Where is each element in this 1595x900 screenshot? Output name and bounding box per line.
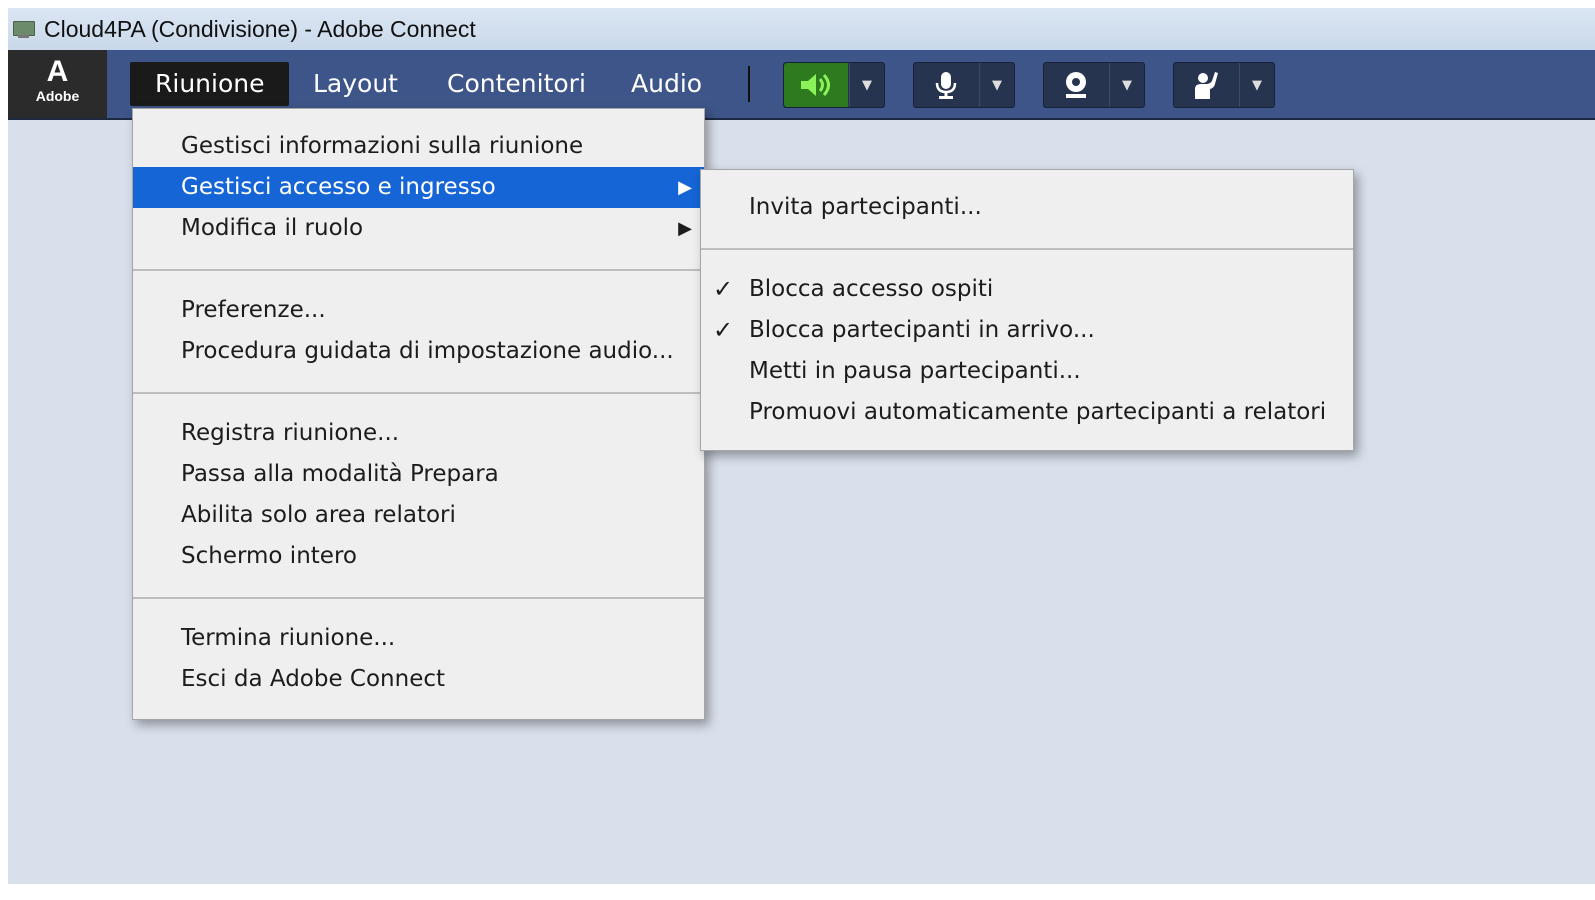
menu-entry-preferenze[interactable]: Preferenze... (133, 290, 704, 331)
raise-hand-dropdown-icon[interactable]: ▼ (1239, 63, 1274, 107)
menu-entry-label: Termina riunione... (181, 625, 396, 651)
window-title: Cloud4PA (Condivisione) - Adobe Connect (44, 15, 476, 42)
menu-entry-modalita-prepara[interactable]: Passa alla modalità Prepara (133, 454, 704, 495)
menu-entry-label: Registra riunione... (181, 420, 400, 446)
speaker-control[interactable]: ▼ (783, 62, 885, 108)
submenu-entry-blocca-arrivo[interactable]: ✓ Blocca partecipanti in arrivo... (701, 310, 1353, 351)
menu-entry-label: Gestisci informazioni sulla riunione (181, 133, 584, 159)
submenu-entry-pausa[interactable]: Metti in pausa partecipanti... (701, 351, 1353, 392)
menu-contenitori[interactable]: Contenitori (422, 62, 611, 106)
submenu-entry-blocca-ospiti[interactable]: ✓ Blocca accesso ospiti (701, 269, 1353, 310)
menu-riunione[interactable]: Riunione (130, 62, 290, 106)
menubar-divider (748, 66, 750, 102)
submenu-entry-invita[interactable]: Invita partecipanti... (701, 187, 1353, 228)
menu-entry-label: Preferenze... (181, 297, 326, 323)
checkmark-icon: ✓ (713, 275, 734, 303)
menu-separator (133, 392, 704, 394)
raise-hand-control[interactable]: ▼ (1173, 62, 1275, 108)
submenu-arrow-icon: ▶ (678, 177, 692, 198)
menu-entry-label: Modifica il ruolo (181, 215, 364, 241)
adobe-logo: A Adobe (8, 50, 107, 118)
menu-entry-label: Promuovi automaticamente partecipanti a … (749, 399, 1327, 425)
menu-entry-label: Procedura guidata di impostazione audio.… (181, 338, 674, 364)
adobe-logo-text: Adobe (35, 88, 80, 104)
microphone-icon[interactable] (914, 63, 978, 107)
webcam-control[interactable]: ▼ (1043, 62, 1145, 108)
submenu-entry-promuovi[interactable]: Promuovi automaticamente partecipanti a … (701, 392, 1353, 433)
riunione-menu: Gestisci informazioni sulla riunione Ges… (132, 108, 705, 720)
checkmark-icon: ✓ (713, 316, 734, 344)
menu-entry-gestisci-informazioni[interactable]: Gestisci informazioni sulla riunione (133, 126, 704, 167)
menu-entry-label: Abilita solo area relatori (181, 502, 456, 528)
menu-entry-esci[interactable]: Esci da Adobe Connect (133, 659, 704, 700)
menu-separator (133, 269, 704, 271)
menu-entry-modifica-ruolo[interactable]: Modifica il ruolo ▶ (133, 208, 704, 249)
submenu-arrow-icon: ▶ (678, 218, 692, 239)
menu-entry-label: Schermo intero (181, 543, 357, 569)
raise-hand-icon[interactable] (1174, 63, 1238, 107)
menu-entry-label: Esci da Adobe Connect (181, 666, 446, 692)
title-bar: Cloud4PA (Condivisione) - Adobe Connect (8, 8, 1595, 50)
menu-entry-label: Gestisci accesso e ingresso (181, 174, 496, 200)
access-submenu: Invita partecipanti... ✓ Blocca accesso o… (700, 169, 1354, 451)
menu-entry-label: Passa alla modalità Prepara (181, 461, 499, 487)
menu-separator (701, 248, 1353, 250)
webcam-icon[interactable] (1044, 63, 1108, 107)
adobe-logo-glyph: A (46, 55, 69, 88)
menu-entry-label: Blocca accesso ospiti (749, 276, 994, 302)
menu-entry-area-relatori[interactable]: Abilita solo area relatori (133, 495, 704, 536)
speaker-icon[interactable] (784, 63, 848, 107)
menu-layout[interactable]: Layout (288, 62, 423, 106)
menu-entry-gestisci-accesso[interactable]: Gestisci accesso e ingresso ▶ (133, 167, 704, 208)
menu-entry-termina-riunione[interactable]: Termina riunione... (133, 618, 704, 659)
app-icon (12, 19, 36, 39)
microphone-dropdown-icon[interactable]: ▼ (979, 63, 1014, 107)
menu-entry-label: Invita partecipanti... (749, 194, 982, 220)
menu-entry-label: Metti in pausa partecipanti... (749, 358, 1081, 384)
speaker-dropdown-icon[interactable]: ▼ (849, 63, 884, 107)
menu-separator (133, 597, 704, 599)
menu-entry-schermo-intero[interactable]: Schermo intero (133, 536, 704, 577)
menu-entry-registra-riunione[interactable]: Registra riunione... (133, 413, 704, 454)
menu-entry-label: Blocca partecipanti in arrivo... (749, 317, 1095, 343)
microphone-control[interactable]: ▼ (913, 62, 1015, 108)
webcam-dropdown-icon[interactable]: ▼ (1109, 63, 1144, 107)
menu-audio[interactable]: Audio (606, 62, 727, 106)
menu-entry-procedura-audio[interactable]: Procedura guidata di impostazione audio.… (133, 331, 704, 372)
